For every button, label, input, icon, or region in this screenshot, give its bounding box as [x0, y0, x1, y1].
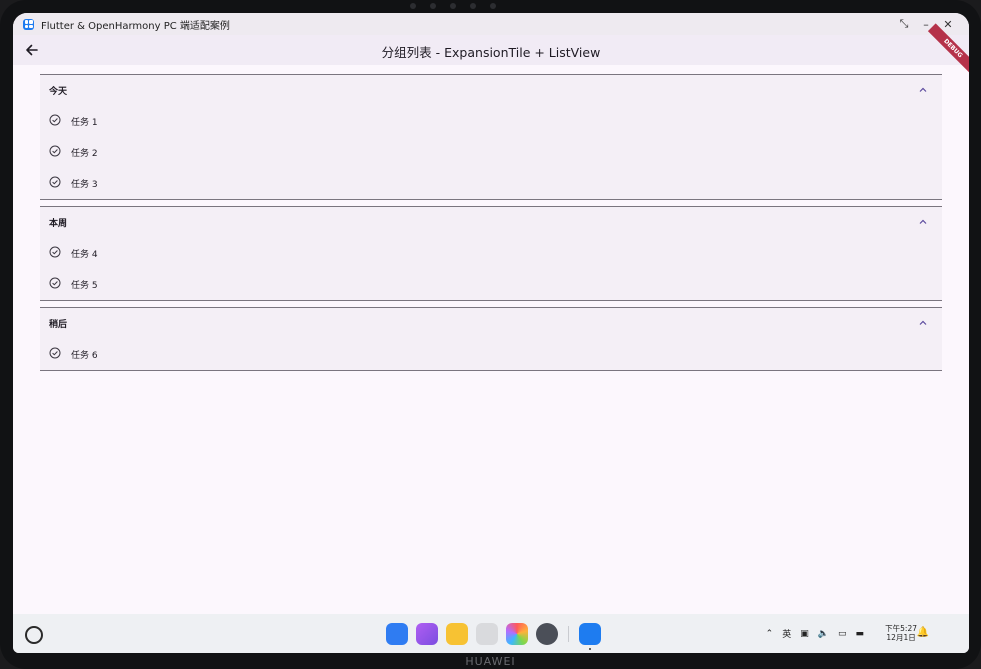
chevron-up-icon[interactable]: ⌃: [766, 629, 774, 639]
app-bar: 分组列表 - ExpansionTile + ListView DEBUG: [13, 23, 969, 74]
task-label: 任务 6: [71, 351, 98, 361]
group-title: 今天: [49, 87, 68, 97]
group-header[interactable]: 本周: [40, 207, 942, 238]
multitask-icon[interactable]: [416, 623, 438, 645]
check-circle-icon: [49, 277, 61, 289]
list-item[interactable]: 任务 3: [40, 168, 942, 199]
task-label: 任务 4: [71, 250, 98, 260]
task-label: 任务 5: [71, 281, 98, 291]
system-taskbar: ⌃ 英 ▣ 🔈 ▭ ▬ 下午5:27 12月1日 🔔: [13, 614, 969, 653]
grouped-list: 今天 任务 1 任务 2 任务 3 本周 任务 4 任务 5 稍后 任务 6: [40, 74, 942, 377]
gallery-icon[interactable]: [506, 623, 528, 645]
list-item[interactable]: 任务 6: [40, 339, 942, 370]
group-header[interactable]: 稍后: [40, 308, 942, 339]
flutter-app-icon[interactable]: [579, 623, 601, 650]
check-circle-icon: [49, 114, 61, 126]
volume-icon[interactable]: 🔈: [818, 629, 829, 639]
camera-bar: [410, 3, 496, 9]
check-circle-icon: [49, 176, 61, 188]
restore-icon[interactable]: ⤡: [893, 17, 915, 31]
task-label: 任务 2: [71, 149, 98, 159]
device-brand: HUAWEI: [465, 655, 516, 668]
dock: [386, 623, 601, 650]
settings-icon[interactable]: [536, 623, 558, 645]
app-grid-icon[interactable]: [386, 623, 408, 645]
files-icon[interactable]: [446, 623, 468, 645]
expansion-group: 今天 任务 1 任务 2 任务 3: [40, 74, 942, 200]
input-method-indicator[interactable]: 英: [782, 627, 791, 640]
check-circle-icon: [49, 246, 61, 258]
group-title: 稍后: [49, 320, 68, 330]
screen: Flutter & OpenHarmony PC 端适配案例 ⤡ – ✕ 分组列…: [13, 13, 969, 653]
list-item[interactable]: 任务 2: [40, 137, 942, 168]
chevron-up-icon: [919, 320, 927, 325]
expansion-group: 稍后 任务 6: [40, 307, 942, 371]
clock[interactable]: 下午5:27 12月1日: [885, 624, 917, 642]
system-tray: ⌃ 英 ▣ 🔈 ▭ ▬: [766, 627, 864, 641]
page-title: 分组列表 - ExpansionTile + ListView: [381, 45, 601, 60]
check-circle-icon: [49, 347, 61, 359]
notification-bell-icon[interactable]: 🔔: [917, 627, 929, 638]
group-header[interactable]: 今天: [40, 75, 942, 106]
tablet-device: Flutter & OpenHarmony PC 端适配案例 ⤡ – ✕ 分组列…: [0, 0, 981, 669]
window-controls: ⤡ – ✕: [893, 13, 959, 35]
clock-date: 12月1日: [886, 633, 916, 642]
chevron-up-icon: [919, 219, 927, 224]
display-icon[interactable]: ▭: [838, 629, 847, 639]
chevron-up-icon: [919, 87, 927, 92]
window-title: Flutter & OpenHarmony PC 端适配案例: [41, 20, 230, 32]
list-item[interactable]: 任务 4: [40, 238, 942, 269]
task-label: 任务 1: [71, 118, 98, 128]
trash-icon[interactable]: [476, 623, 498, 645]
dock-divider: [568, 626, 569, 642]
clipboard-icon[interactable]: ▣: [800, 629, 809, 639]
group-title: 本周: [49, 219, 68, 229]
list-item[interactable]: 任务 5: [40, 269, 942, 300]
start-orb-icon[interactable]: [25, 626, 43, 644]
battery-icon[interactable]: ▬: [855, 629, 864, 639]
window-titlebar: Flutter & OpenHarmony PC 端适配案例 ⤡ – ✕: [13, 13, 969, 35]
clock-time: 下午5:27: [885, 624, 917, 633]
task-label: 任务 3: [71, 180, 98, 190]
app-icon: [23, 18, 34, 30]
list-item[interactable]: 任务 1: [40, 106, 942, 137]
check-circle-icon: [49, 145, 61, 157]
expansion-group: 本周 任务 4 任务 5: [40, 206, 942, 301]
